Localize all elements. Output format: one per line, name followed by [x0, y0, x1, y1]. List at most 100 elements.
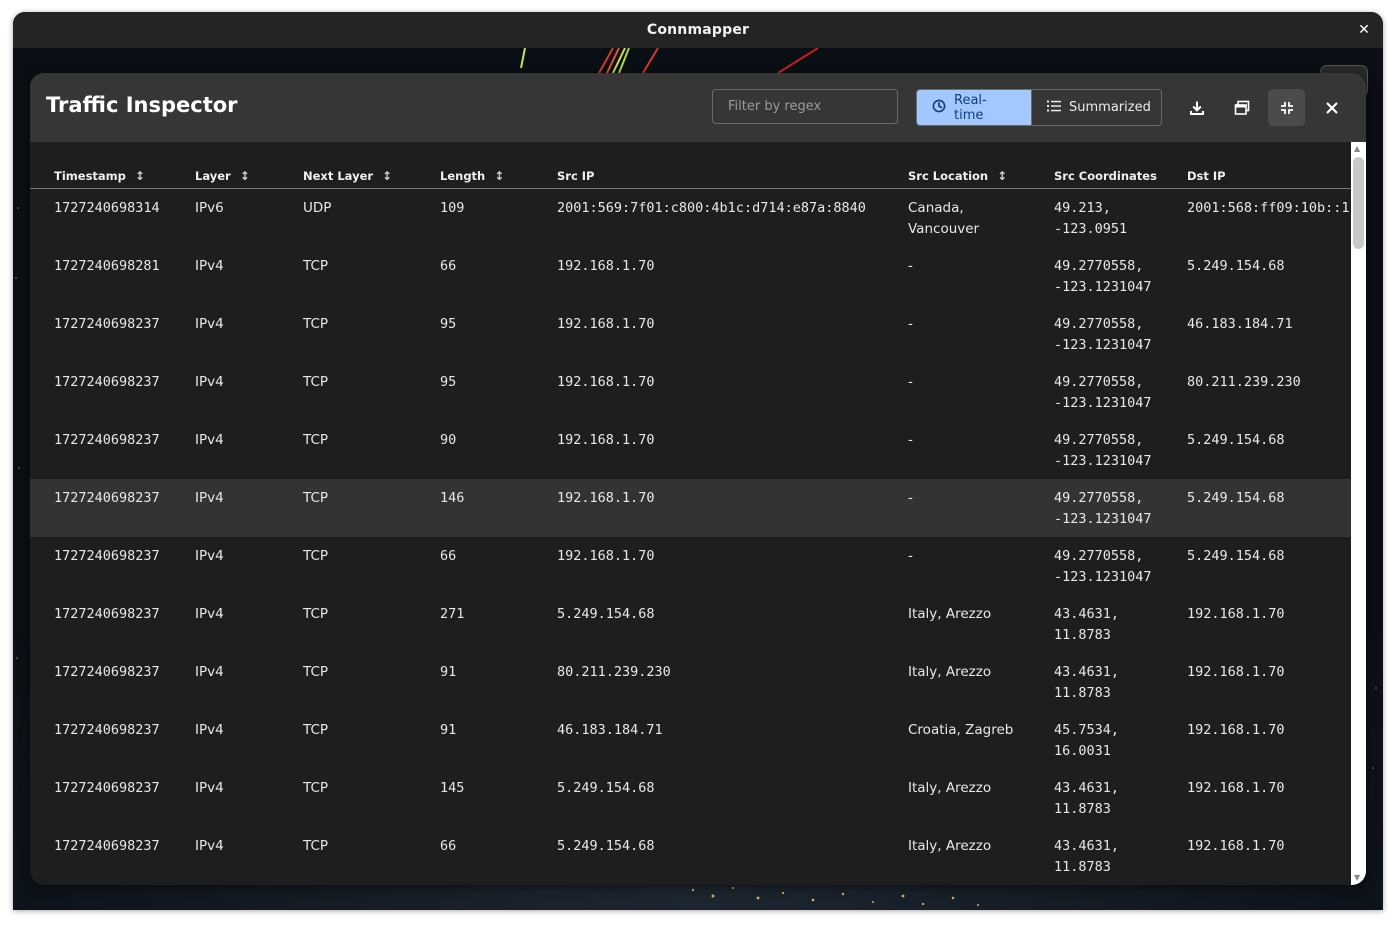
popout-button[interactable]: [1223, 89, 1260, 126]
sort-arrows-icon[interactable]: ↕: [494, 170, 504, 182]
cell-next-layer: TCP: [303, 780, 329, 796]
cell-src-ip: 46.183.184.71: [557, 722, 663, 738]
cell-src-coordinates-lon: 11.8783: [1054, 859, 1111, 875]
cell-src-coordinates-lon: 11.8783: [1054, 685, 1111, 701]
cell-layer: IPv6: [195, 200, 224, 216]
filter-regex-input[interactable]: [712, 89, 898, 124]
cell-src-location: Italy, Arezzo: [908, 780, 992, 796]
cell-dst-ip: 5.249.154.68: [1187, 432, 1285, 448]
list-icon: [1047, 100, 1061, 116]
table-row[interactable]: 1727240698237 IPv4 TCP 146 192.168.1.70 - 49.2…: [30, 479, 1351, 537]
realtime-button[interactable]: Real-time: [917, 90, 1031, 125]
cell-src-location: Italy, Arezzo: [908, 664, 992, 680]
cell-src-coordinates-lat: 49.213,: [1054, 200, 1111, 216]
table-row[interactable]: 1727240698237 IPv4 TCP 95 192.168.1.70 - 49.27…: [30, 363, 1351, 421]
cell-timestamp: 1727240698237: [54, 722, 160, 738]
sort-arrows-icon[interactable]: ↕: [997, 170, 1007, 182]
app-window: Connmapper ✕ Traffic Inspector Filter by…: [13, 12, 1383, 910]
cell-length: 91: [440, 722, 457, 738]
cell-src-coordinates: 49.2770558, -123.1231047: [1054, 488, 1152, 530]
column-header-src-coordinates[interactable]: Src Coordinates: [1054, 169, 1157, 183]
column-header-src-location[interactable]: Src Location ↕: [908, 169, 1007, 183]
cell-next-layer: TCP: [303, 258, 329, 274]
column-header-dst-ip[interactable]: Dst IP: [1187, 169, 1226, 183]
table-row[interactable]: 1727240698237 IPv4 TCP 95 192.168.1.70 - 49.27…: [30, 305, 1351, 363]
table-row[interactable]: 1727240698237 IPv4 TCP 91 80.211.239.230 Ital…: [30, 653, 1351, 711]
close-icon: [1325, 101, 1338, 114]
cell-timestamp: 1727240698237: [54, 606, 160, 622]
realtime-label: Real-time: [954, 92, 987, 123]
scroll-down-icon[interactable]: ▼: [1354, 874, 1360, 882]
cell-src-coordinates: 43.4631, 11.8783: [1054, 662, 1119, 704]
cell-layer: IPv4: [195, 548, 224, 564]
table-row[interactable]: 1727240698237 IPv4 TCP 90 192.168.1.70 - 49.27…: [30, 421, 1351, 479]
cell-src-location: -: [908, 432, 913, 448]
vertical-scrollbar[interactable]: ▲ ▼: [1351, 142, 1366, 885]
cell-src-ip: 5.249.154.68: [557, 780, 655, 796]
cell-src-coordinates: 43.4631, 11.8783: [1054, 604, 1119, 646]
cell-dst-ip: 46.183.184.71: [1187, 316, 1293, 332]
cell-src-ip: 192.168.1.70: [557, 432, 655, 448]
column-header-src-ip[interactable]: Src IP: [557, 169, 594, 183]
cell-src-ip: 192.168.1.70: [557, 490, 655, 506]
cell-src-coordinates: 49.2770558, -123.1231047: [1054, 256, 1152, 298]
scroll-up-icon[interactable]: ▲: [1354, 145, 1360, 153]
cell-timestamp: 1727240698237: [54, 490, 160, 506]
close-panel-button[interactable]: [1313, 89, 1350, 126]
cell-src-coordinates-lat: 49.2770558,: [1054, 374, 1144, 390]
summarized-button[interactable]: Summarized: [1031, 90, 1161, 125]
cell-dst-ip: 5.249.154.68: [1187, 490, 1285, 506]
cell-layer: IPv4: [195, 606, 224, 622]
table-row[interactable]: 1727240698237 IPv4 TCP 91 46.183.184.71 Croat…: [30, 711, 1351, 769]
cell-length: 91: [440, 664, 457, 680]
cell-timestamp: 1727240698237: [54, 432, 160, 448]
cell-dst-ip: 5.249.154.68: [1187, 548, 1285, 564]
close-icon[interactable]: ✕: [1355, 21, 1373, 39]
cell-timestamp: 1727240698237: [54, 374, 160, 390]
cell-layer: IPv4: [195, 664, 224, 680]
cell-src-coordinates-lon: -123.1231047: [1054, 395, 1152, 411]
cell-layer: IPv4: [195, 780, 224, 796]
collapse-button[interactable]: [1268, 89, 1305, 126]
download-button[interactable]: [1178, 89, 1215, 126]
table-row[interactable]: 1727240698237 IPv4 TCP 66 192.168.1.70 - 49.27…: [30, 537, 1351, 595]
cell-next-layer: UDP: [303, 200, 332, 216]
column-header-length[interactable]: Length ↕: [440, 169, 504, 183]
traffic-inspector-panel: Traffic Inspector Real-time Summarized: [30, 73, 1366, 885]
cell-length: 66: [440, 258, 457, 274]
table-row[interactable]: 1727240698237 IPv4 TCP 271 5.249.154.68 Italy…: [30, 595, 1351, 653]
column-header-layer[interactable]: Layer ↕: [195, 169, 250, 183]
cell-src-ip: 80.211.239.230: [557, 664, 671, 680]
table-row[interactable]: 1727240698237 IPv4 TCP 66 5.249.154.68 Italy,…: [30, 827, 1351, 885]
cell-src-coordinates: 43.4631, 11.8783: [1054, 836, 1119, 878]
cell-src-coordinates-lon: -123.1231047: [1054, 279, 1152, 295]
download-icon: [1189, 100, 1205, 116]
sort-arrows-icon[interactable]: ↕: [240, 170, 250, 182]
cell-layer: IPv4: [195, 258, 224, 274]
cell-length: 66: [440, 548, 457, 564]
column-header-next-layer[interactable]: Next Layer ↕: [303, 169, 392, 183]
cell-src-ip: 5.249.154.68: [557, 838, 655, 854]
cell-timestamp: 1727240698237: [54, 838, 160, 854]
cell-dst-ip: 192.168.1.70: [1187, 722, 1285, 738]
cell-src-ip: 192.168.1.70: [557, 316, 655, 332]
sort-arrows-icon[interactable]: ↕: [382, 170, 392, 182]
cell-src-coordinates-lat: 49.2770558,: [1054, 316, 1144, 332]
sort-arrows-icon[interactable]: ↕: [135, 170, 145, 182]
table-row[interactable]: 1727240698314 IPv6 UDP 109 2001:569:7f01:c80…: [30, 189, 1351, 247]
cell-src-coordinates-lat: 43.4631,: [1054, 664, 1120, 680]
cell-layer: IPv4: [195, 838, 224, 854]
cell-dst-ip: 192.168.1.70: [1187, 664, 1285, 680]
cell-src-coordinates: 43.4631, 11.8783: [1054, 778, 1119, 820]
cell-length: 95: [440, 316, 457, 332]
cell-layer: IPv4: [195, 374, 224, 390]
cell-src-location: -: [908, 316, 913, 332]
cell-src-location: Croatia, Zagreb: [908, 722, 1014, 738]
cell-src-coordinates: 49.2770558, -123.1231047: [1054, 430, 1152, 472]
table-row[interactable]: 1727240698237 IPv4 TCP 145 5.249.154.68 Italy…: [30, 769, 1351, 827]
cell-dst-ip: 2001:568:ff09:10b::1: [1187, 200, 1350, 216]
column-header-timestamp[interactable]: Timestamp ↕: [54, 169, 145, 183]
table-row[interactable]: 1727240698281 IPv4 TCP 66 192.168.1.70 - 49.27…: [30, 247, 1351, 305]
cell-src-coordinates-lon: -123.1231047: [1054, 337, 1152, 353]
scrollbar-thumb[interactable]: [1353, 157, 1364, 249]
